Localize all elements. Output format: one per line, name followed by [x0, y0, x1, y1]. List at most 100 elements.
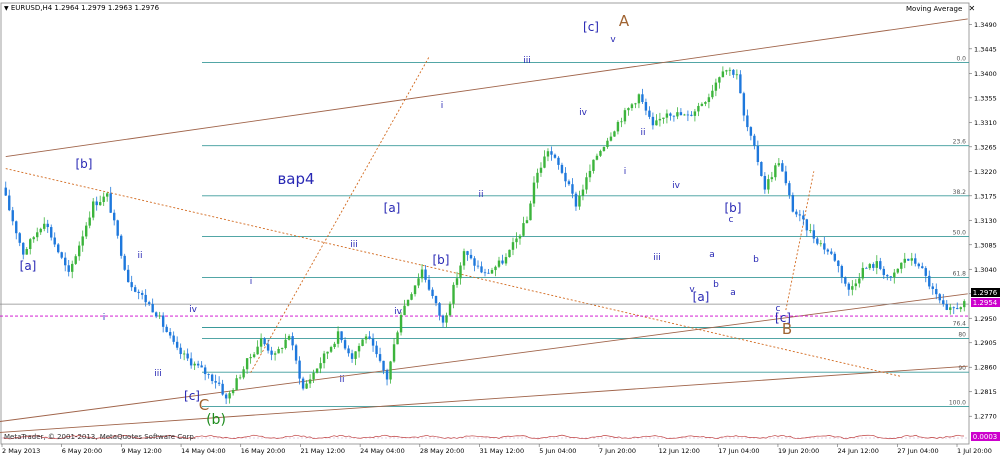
wave-label: iii	[350, 240, 358, 250]
candle-body	[910, 258, 913, 261]
dropdown-triangle-icon[interactable]: ▼	[4, 5, 9, 12]
candle-body	[71, 263, 74, 272]
candle-body	[175, 341, 179, 348]
candle-body	[847, 283, 851, 290]
candle-body	[732, 69, 735, 75]
candle-body	[739, 74, 742, 94]
wave-label: i	[250, 277, 253, 287]
candle-body	[893, 272, 896, 278]
symbol-info: EURUSD,H4 1.2964 1.2979 1.2963 1.2976	[10, 4, 160, 12]
price-tick-label: 1.2950	[974, 315, 997, 323]
wave-label: ii	[478, 190, 483, 200]
candle-body	[725, 70, 728, 72]
time-tick-label: 31 May 12:00	[480, 447, 525, 455]
candle-body	[599, 150, 602, 156]
price-tick-label: 1.3310	[974, 119, 997, 127]
candle-body	[308, 379, 312, 384]
candle-body	[760, 162, 763, 176]
candle-body	[210, 374, 214, 382]
price-tick-label: 1.3175	[974, 192, 997, 200]
candle-body	[445, 315, 448, 323]
candle-body	[29, 239, 32, 250]
candle-body	[644, 102, 648, 111]
candle-body	[763, 175, 767, 190]
candle-body	[935, 288, 938, 295]
candle-body	[399, 315, 403, 333]
candle-body	[651, 116, 655, 126]
candle-body	[574, 193, 578, 207]
fib-level-label: 23.6	[953, 139, 967, 146]
fib-level-label: 38.2	[953, 189, 967, 196]
wave-label: [b]	[725, 201, 742, 215]
candle-body	[480, 266, 483, 273]
candle-body	[158, 315, 161, 317]
wave-label: i	[441, 101, 444, 111]
candle-body	[756, 145, 760, 163]
candle-body	[85, 225, 88, 237]
wave-label: (b)	[206, 412, 226, 428]
candle-body	[46, 223, 49, 228]
wave-label: v	[610, 35, 616, 45]
candle-body	[476, 265, 480, 267]
candle-body	[25, 249, 28, 255]
candle-body	[340, 331, 343, 341]
price-tick-label: 1.3220	[974, 168, 997, 176]
candle-body	[361, 339, 364, 346]
wave-label: [c]	[184, 389, 200, 403]
fib-level-label: 100.0	[949, 399, 966, 406]
candle-body	[963, 301, 966, 308]
time-tick-label: 7 Jun 20:00	[599, 447, 636, 455]
candle-body	[511, 242, 515, 250]
candle-body	[571, 184, 574, 194]
wave-label: [b]	[76, 157, 93, 171]
candle-body	[669, 113, 672, 116]
candle-body	[637, 94, 641, 104]
time-tick-label: 5 Jun 04:00	[539, 447, 576, 455]
candle-body	[602, 146, 606, 151]
candle-body	[378, 354, 382, 361]
candle-body	[718, 77, 721, 83]
candle-body	[168, 332, 172, 336]
candle-body	[662, 117, 665, 119]
candle-body	[536, 172, 539, 183]
candle-body	[595, 155, 599, 160]
candle-body	[501, 260, 504, 264]
candle-body	[648, 110, 651, 117]
indicator-value-text: 0.0003	[973, 433, 998, 441]
candle-body	[844, 277, 847, 284]
candle-body	[592, 159, 595, 171]
candle-body	[665, 113, 669, 118]
candle-body	[326, 351, 329, 354]
candle-body	[39, 228, 42, 233]
candle-body	[427, 279, 431, 290]
wave-label: ii	[137, 251, 142, 261]
candle-body	[256, 346, 259, 355]
candle-body	[833, 253, 837, 261]
candle-body	[914, 258, 917, 264]
candle-body	[410, 294, 413, 300]
candle-body	[683, 114, 686, 116]
wave-label: iii	[154, 369, 162, 379]
candle-body	[95, 201, 98, 206]
candle-body	[952, 307, 955, 309]
candle-body	[620, 121, 623, 123]
candle-body	[546, 151, 550, 157]
candle-body	[917, 263, 920, 267]
wave-label: iv	[579, 108, 588, 118]
candle-body	[774, 165, 777, 178]
wave-label: [b]	[433, 253, 450, 267]
candle-body	[928, 275, 931, 287]
time-tick-label: 12 Jun 12:00	[659, 447, 700, 455]
time-tick-label: 24 Jun 12:00	[838, 447, 879, 455]
candle-body	[924, 268, 927, 276]
candle-body	[735, 74, 739, 76]
price-axis: 1.3490 1.3445 1.3400 1.3355 1.3310 1.3265 1.32…	[969, 21, 997, 421]
candle-body	[770, 177, 774, 180]
candle-body	[193, 363, 196, 366]
close-icon[interactable]: ✕	[969, 4, 976, 13]
price-chart[interactable]: 0.023.638.250.061.876.48090100.0 [a][b]i…	[0, 0, 1000, 457]
candle-body	[438, 303, 441, 316]
candle-body	[508, 249, 511, 258]
candle-body	[606, 140, 609, 147]
candle-body	[581, 189, 585, 196]
